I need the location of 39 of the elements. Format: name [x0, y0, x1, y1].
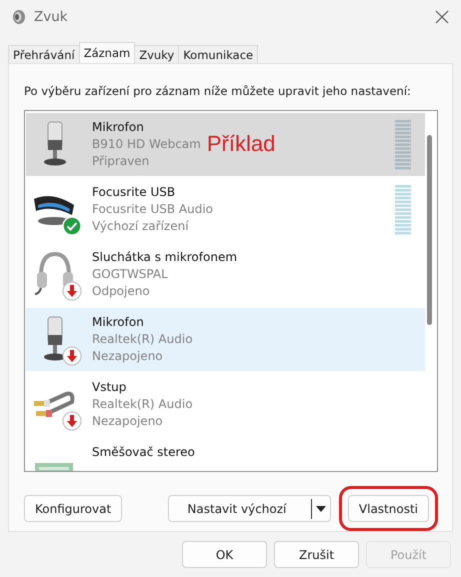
device-item[interactable]: Směšovač stereo: [26, 438, 425, 471]
tab[interactable]: Záznam: [78, 42, 136, 63]
tab[interactable]: Přehrávání: [8, 45, 80, 63]
close-icon[interactable]: [435, 10, 449, 24]
caret-icon: [316, 506, 326, 512]
device-status: Výchozí zařízení: [92, 218, 190, 235]
device-detail: Realtek(R) Audio: [92, 331, 193, 348]
device-status: Odpojeno: [92, 283, 151, 300]
device-status: Nezapojeno: [92, 348, 164, 365]
device-status: Připraven: [92, 153, 150, 170]
device-detail: Realtek(R) Audio: [92, 396, 193, 413]
device-item[interactable]: Sluchátka s mikrofonem GOGTWSPAL Odpojeno: [26, 243, 425, 306]
device-detail: GOGTWSPAL: [92, 266, 169, 283]
annotation-text: Příklad: [206, 131, 276, 157]
instruction-text: Po výběru zařízení pro záznam níže můžete upravit jeho nastavení:: [24, 84, 412, 98]
device-name: Směšovač stereo: [92, 444, 195, 461]
device-detail: B910 HD Webcam: [92, 136, 201, 153]
button[interactable]: Vlastnosti: [348, 495, 429, 522]
device-name: Vstup: [92, 379, 128, 396]
level-meter-icon: [395, 184, 411, 234]
device-name: Sluchátka s mikrofonem: [92, 249, 238, 266]
device-status: Nezapojeno: [92, 413, 164, 430]
window-title: Zvuk: [34, 9, 68, 25]
level-meter-icon: [395, 120, 411, 170]
checkmark-icon: [62, 216, 82, 236]
dialog-button[interactable]: Zrušit: [274, 541, 359, 568]
tab[interactable]: Zvuky: [134, 45, 180, 63]
device-detail: Focusrite USB Audio: [92, 201, 213, 218]
tab[interactable]: Komunikace: [178, 45, 258, 63]
device-item[interactable]: Mikrofon Realtek(R) Audio Nezapojeno: [26, 308, 425, 371]
device-name: Focusrite USB: [92, 184, 176, 201]
device-item[interactable]: Vstup Realtek(R) Audio Nezapojeno: [26, 373, 425, 436]
dialog-button[interactable]: OK: [182, 541, 267, 568]
speaker-icon: [10, 9, 26, 25]
split-button[interactable]: Nastavit výchozí: [168, 495, 331, 522]
button[interactable]: Konfigurovat: [24, 495, 122, 522]
device-name: Mikrofon: [92, 314, 145, 331]
device-name: Mikrofon: [92, 119, 145, 136]
device-item[interactable]: Focusrite USB Focusrite USB Audio Výchozí zařízení: [26, 178, 425, 241]
